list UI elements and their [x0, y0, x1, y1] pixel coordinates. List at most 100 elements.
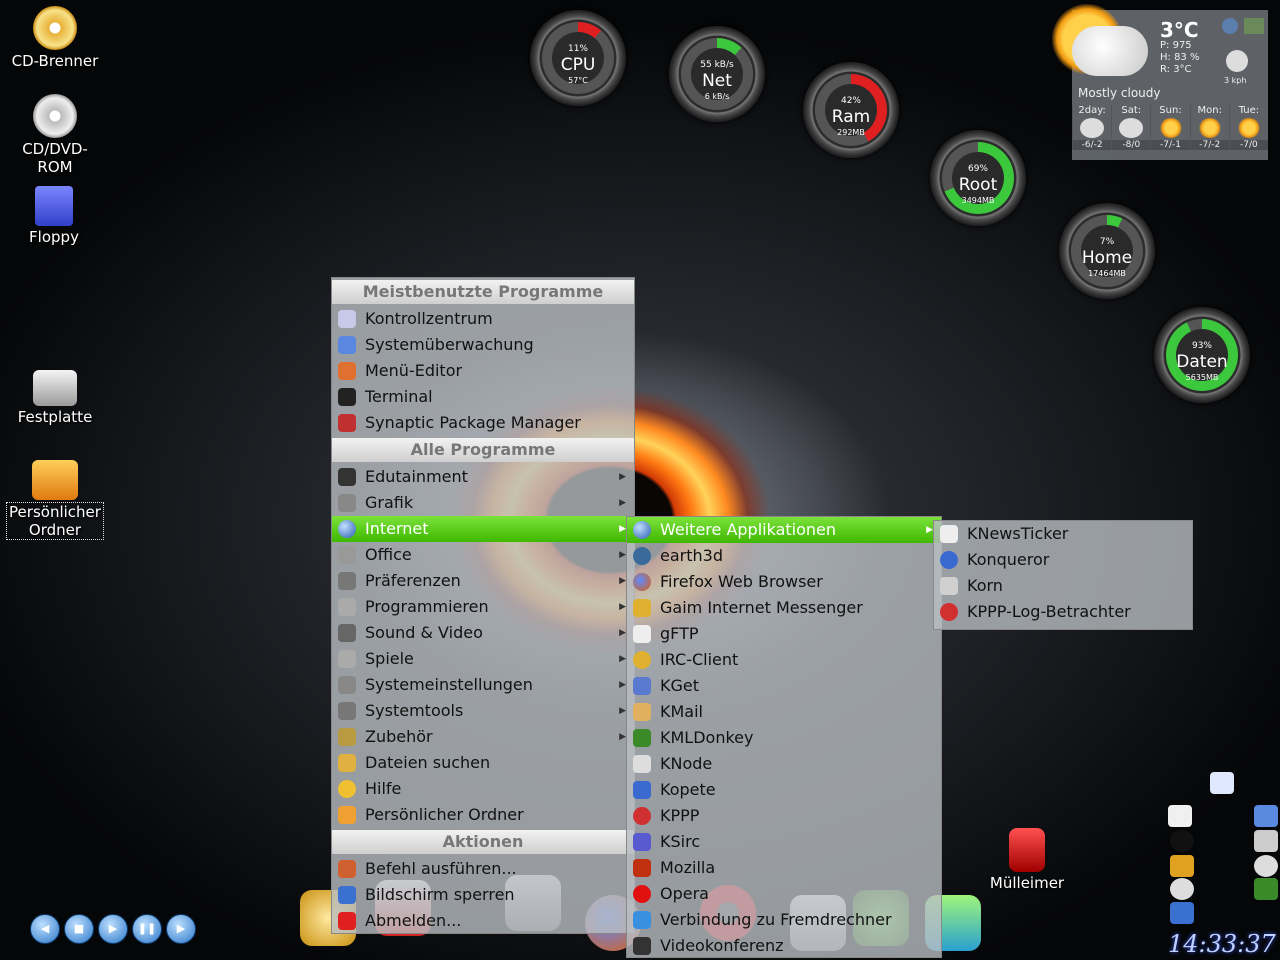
desktop-icon-cdrom[interactable]: CD/DVD-ROM: [5, 94, 105, 176]
network-tray-icon[interactable]: [1210, 772, 1234, 794]
submenu-arrow-icon: ▶: [619, 732, 626, 742]
search-icon: [338, 754, 356, 772]
stop-icon[interactable]: ■: [64, 914, 94, 944]
desktop-icon-home-folder[interactable]: Persönlicher Ordner: [5, 460, 105, 540]
desktop-icon-label: CD/DVD-ROM: [22, 140, 88, 176]
gauge-sub: 5635MB: [1185, 373, 1219, 382]
globe-icon[interactable]: [1222, 18, 1238, 34]
gauge-sub: 6 kB/s: [704, 92, 730, 101]
menu-item-office[interactable]: Office ▶: [332, 542, 634, 568]
bomb-tray-icon[interactable]: [1170, 830, 1194, 852]
desktop-icon-floppy[interactable]: Floppy: [4, 186, 104, 246]
menu-item-menu-editor[interactable]: Menü-Editor: [332, 358, 634, 384]
kmldonkey-tray-icon[interactable]: [1254, 878, 1278, 900]
menu-item-label: Verbindung zu Fremdrechner: [660, 910, 892, 929]
menu-item-grafik[interactable]: Grafik ▶: [332, 490, 634, 516]
cd-tray-icon[interactable]: [1254, 855, 1278, 877]
menu-item-programmieren[interactable]: Programmieren ▶: [332, 594, 634, 620]
desktop-icon-harddisk[interactable]: Festplatte: [5, 370, 105, 426]
menu-item-firefox[interactable]: Firefox Web Browser: [627, 569, 941, 595]
menu-item-edutainment[interactable]: Edutainment ▶: [332, 464, 634, 490]
share-tray-icon[interactable]: [1170, 902, 1194, 924]
logout-icon: [338, 912, 356, 930]
forecast-temps: -8/0: [1112, 140, 1151, 150]
download-tray-icon[interactable]: [1170, 878, 1194, 900]
wallet-tray-icon[interactable]: [1170, 855, 1194, 877]
menu-item-kopete[interactable]: Kopete: [627, 777, 941, 803]
menu-item-label: Gaim Internet Messenger: [660, 598, 863, 617]
menu-item-knewsticker[interactable]: KNewsTicker: [934, 521, 1192, 547]
menu-item-kppp-log[interactable]: KPPP-Log-Betrachter: [934, 599, 1192, 625]
menu-item-label: Systemüberwachung: [365, 335, 534, 354]
menu-item-bildschirm-sperren[interactable]: Bildschirm sperren: [332, 882, 634, 908]
menu-item-videokonferenz[interactable]: Videokonferenz: [627, 933, 941, 959]
menu-item-synaptic[interactable]: Synaptic Package Manager: [332, 410, 634, 436]
menu-item-kontrollzentrum[interactable]: Kontrollzentrum: [332, 306, 634, 332]
forecast-day-label: 2day:: [1078, 105, 1106, 116]
desktop-icon-cd-burner[interactable]: CD-Brenner: [5, 6, 105, 70]
menu-item-weitere-applikationen[interactable]: Weitere Applikationen ▶: [627, 517, 941, 543]
cloud-icon: [1072, 26, 1148, 76]
menu-item-ksirc[interactable]: KSirc: [627, 829, 941, 855]
forecast-temps: -6/-2: [1073, 140, 1112, 150]
gauge-label: Home: [1081, 248, 1133, 268]
menu-item-persoenlicher-ordner[interactable]: Persönlicher Ordner: [332, 802, 634, 828]
menu-item-dateien-suchen[interactable]: Dateien suchen: [332, 750, 634, 776]
menu-item-knode[interactable]: KNode: [627, 751, 941, 777]
menu-item-konqueror[interactable]: Konqueror: [934, 547, 1192, 573]
menu-item-befehl-ausfuehren[interactable]: Befehl ausführen...: [332, 856, 634, 882]
menu-item-kmldonkey[interactable]: KMLDonkey: [627, 725, 941, 751]
menu-item-sound-video[interactable]: Sound & Video ▶: [332, 620, 634, 646]
menu-item-internet[interactable]: Internet ▶: [332, 516, 634, 542]
menu-item-systemueberwachung[interactable]: Systemüberwachung: [332, 332, 634, 358]
menu-item-abmelden[interactable]: Abmelden...: [332, 908, 634, 934]
video-conference-icon: [633, 937, 651, 955]
menu-section-actions: Aktionen: [332, 830, 634, 854]
weather-pressure: P: 975: [1160, 40, 1192, 51]
opera-icon: [633, 885, 651, 903]
graphics-icon: [338, 494, 356, 512]
menu-item-hilfe[interactable]: Hilfe: [332, 776, 634, 802]
pause-icon[interactable]: ❚❚: [132, 914, 162, 944]
menu-item-kppp[interactable]: KPPP: [627, 803, 941, 829]
forecast-temps: -7/0: [1229, 140, 1269, 150]
kget-icon: [633, 677, 651, 695]
menu-item-systemeinstellungen[interactable]: Systemeinstellungen ▶: [332, 672, 634, 698]
korn-icon: [940, 577, 958, 595]
menu-item-opera[interactable]: Opera: [627, 881, 941, 907]
home-folder-icon: [338, 806, 356, 824]
menu-item-kget[interactable]: KGet: [627, 673, 941, 699]
blank-tray-icon[interactable]: [1168, 805, 1192, 827]
menu-item-korn[interactable]: Korn: [934, 573, 1192, 599]
menu-item-irc-client[interactable]: IRC-Client: [627, 647, 941, 673]
menu-item-label: Konqueror: [967, 550, 1050, 569]
menu-item-gaim[interactable]: Gaim Internet Messenger: [627, 595, 941, 621]
next-icon[interactable]: ▶: [166, 914, 196, 944]
submenu-arrow-icon: ▶: [619, 602, 626, 612]
home-gauge: 7% Home 17464MB: [1059, 203, 1155, 299]
forecast-day: 2day: -6/-2: [1072, 105, 1112, 150]
map-icon[interactable]: [1244, 18, 1264, 34]
menu-item-terminal[interactable]: Terminal: [332, 384, 634, 410]
menu-item-gftp[interactable]: gFTP: [627, 621, 941, 647]
menu-item-label: IRC-Client: [660, 650, 739, 669]
desktop-icon-trash[interactable]: Mülleimer: [977, 828, 1077, 892]
play-icon[interactable]: ▶: [98, 914, 128, 944]
menu-item-zubehoer[interactable]: Zubehör ▶: [332, 724, 634, 750]
menu-item-mozilla[interactable]: Mozilla: [627, 855, 941, 881]
system-monitor-icon: [338, 336, 356, 354]
weather-widget[interactable]: 3°C P: 975 H: 83 % R: 3°C 3 kph Mostly c…: [1052, 4, 1269, 160]
volume-tray-icon[interactable]: [1254, 830, 1278, 852]
menu-item-praeferenzen[interactable]: Präferenzen ▶: [332, 568, 634, 594]
menu-item-fremdrechner[interactable]: Verbindung zu Fremdrechner: [627, 907, 941, 933]
previous-icon[interactable]: ◀: [30, 914, 60, 944]
monitor-tray-icon[interactable]: [1254, 805, 1278, 827]
menu-item-spiele[interactable]: Spiele ▶: [332, 646, 634, 672]
menu-item-label: Programmieren: [365, 597, 489, 616]
menu-item-systemtools[interactable]: Systemtools ▶: [332, 698, 634, 724]
menu-item-earth3d[interactable]: earth3d: [627, 543, 941, 569]
clock[interactable]: 14:33:37: [1168, 930, 1276, 958]
menu-item-kmail[interactable]: KMail: [627, 699, 941, 725]
menu-item-label: Kontrollzentrum: [365, 309, 493, 328]
forecast-day: Sat: -8/0: [1111, 105, 1151, 150]
